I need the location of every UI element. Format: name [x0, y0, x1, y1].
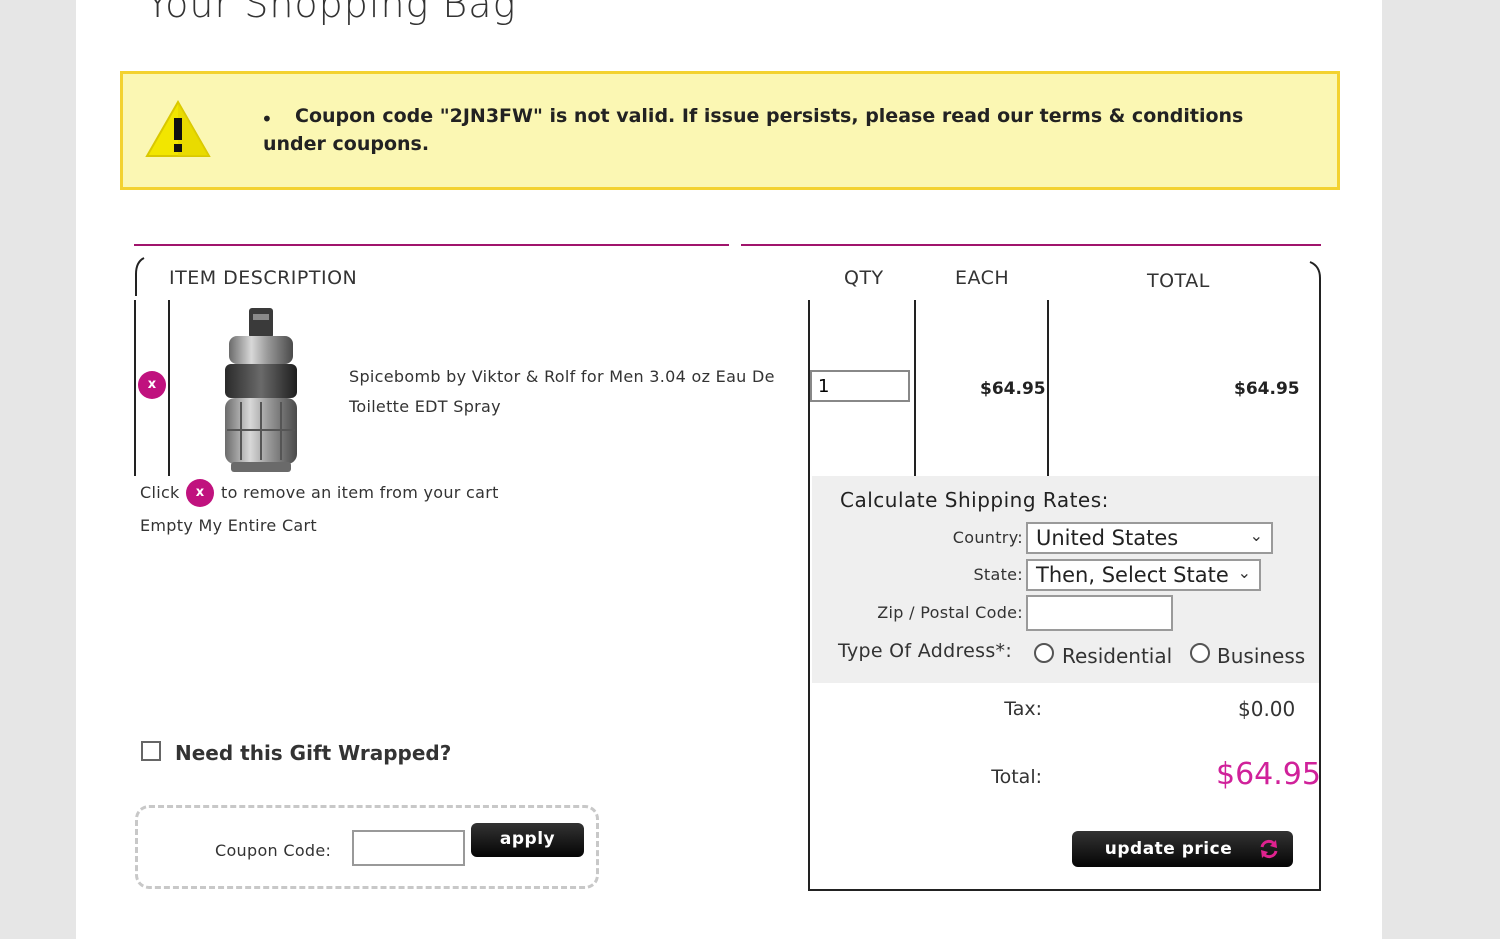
empty-cart-link[interactable]: Empty My Entire Cart	[140, 516, 317, 535]
page-title: Your Shopping Bag	[146, 0, 517, 26]
header-each: EACH	[955, 267, 1010, 289]
update-price-button[interactable]: update price	[1072, 831, 1293, 867]
page-content: Your Shopping Bag • Coupon code "2JN3FW"…	[76, 0, 1382, 939]
remove-x-icon: x	[147, 377, 157, 392]
coupon-input[interactable]	[352, 830, 465, 866]
business-radio[interactable]	[1190, 643, 1210, 663]
coupon-error-alert: • Coupon code "2JN3FW" is not valid. If …	[120, 71, 1340, 190]
col-border-total	[1047, 300, 1049, 476]
total-value: $64.95	[1216, 757, 1321, 792]
shipping-calculator: Calculate Shipping Rates: Country: Unite…	[812, 476, 1319, 683]
remove-hint-prefix: Click	[140, 483, 180, 502]
product-name[interactable]: Spicebomb by Viktor & Rolf for Men 3.04 …	[349, 362, 804, 422]
state-label: State:	[973, 565, 1023, 584]
zip-input[interactable]	[1026, 595, 1173, 631]
quantity-input[interactable]	[810, 370, 910, 402]
remove-x-icon: x	[195, 485, 205, 500]
remove-item-button[interactable]: x	[138, 371, 166, 399]
shipping-heading: Calculate Shipping Rates:	[840, 488, 1109, 512]
cart-border-right	[1319, 280, 1321, 890]
apply-coupon-button[interactable]: apply	[471, 823, 584, 857]
item-each-price: $64.95	[980, 379, 1046, 399]
header-qty: QTY	[844, 267, 884, 289]
cart-divider-right	[741, 244, 1321, 246]
tax-value: $0.00	[1238, 697, 1296, 721]
warning-icon	[145, 99, 211, 157]
gift-wrap-label[interactable]: Need this Gift Wrapped?	[175, 741, 451, 765]
cart-divider-left	[134, 244, 729, 246]
row-border-remove	[168, 300, 170, 476]
item-total-price: $64.95	[1234, 379, 1300, 399]
chevron-down-icon: ⌄	[1249, 526, 1263, 545]
cart-border-bottom	[808, 889, 1321, 891]
header-item-description: ITEM DESCRIPTION	[169, 267, 358, 289]
tax-label: Tax:	[1004, 698, 1042, 720]
total-label: Total:	[991, 766, 1042, 788]
col-border-each	[914, 300, 916, 476]
gift-wrap-checkbox[interactable]	[141, 741, 161, 761]
remove-hint-text: to remove an item from your cart	[221, 483, 499, 502]
country-label: Country:	[952, 528, 1023, 547]
refresh-icon	[1260, 839, 1278, 859]
header-total: TOTAL	[1147, 270, 1210, 292]
business-label[interactable]: Business	[1217, 644, 1305, 668]
product-image	[225, 308, 297, 472]
row-border-left	[134, 300, 136, 476]
residential-radio[interactable]	[1034, 643, 1054, 663]
chevron-down-icon: ⌄	[1237, 563, 1251, 582]
country-select[interactable]: United States ⌄	[1026, 522, 1273, 554]
coupon-label: Coupon Code:	[215, 841, 332, 860]
zip-label: Zip / Postal Code:	[877, 603, 1023, 622]
alert-message: Coupon code "2JN3FW" is not valid. If is…	[263, 105, 1244, 155]
remove-hint-icon: x	[186, 479, 214, 507]
cart-corner-left	[135, 257, 145, 296]
address-type-label: Type Of Address*:	[838, 640, 1013, 662]
residential-label[interactable]: Residential	[1062, 644, 1172, 668]
state-select[interactable]: Then, Select State ⌄	[1026, 559, 1261, 591]
